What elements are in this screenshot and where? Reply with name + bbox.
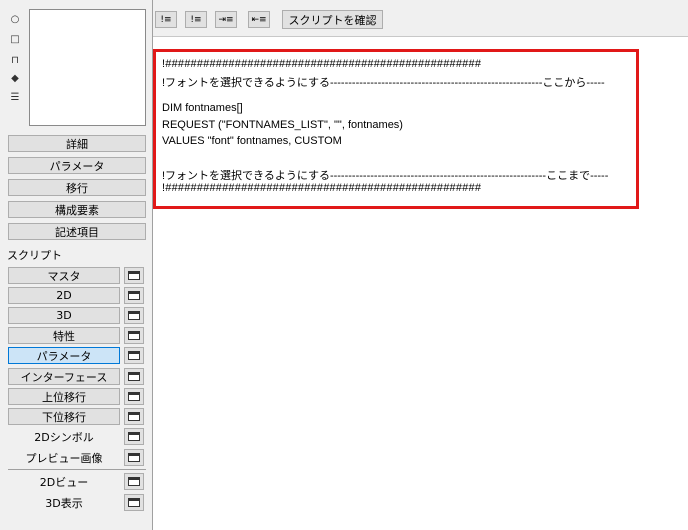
open-window-button[interactable] (124, 327, 144, 344)
window-icon (128, 331, 140, 340)
parameters-button[interactable]: パラメータ (8, 157, 146, 174)
open-window-button[interactable] (124, 287, 144, 304)
scripts-label: スクリプト (7, 249, 62, 262)
open-window-button[interactable] (124, 449, 144, 466)
window-icon (128, 392, 140, 401)
script-properties-button[interactable]: 特性 (8, 327, 120, 344)
code-line: !#######################################… (162, 58, 482, 70)
code-line: !#######################################… (162, 182, 482, 194)
preview-box (29, 9, 146, 126)
2d-symbol-button[interactable]: 2Dシンボル (8, 428, 120, 445)
window-icon (128, 372, 140, 381)
code-line: VALUES "font" fontnames, CUSTOM (162, 135, 342, 147)
open-window-button[interactable] (124, 368, 144, 385)
insert-comment-icon: !≡ (160, 14, 172, 25)
outdent-button[interactable]: ⇤≡ (248, 11, 270, 28)
preview-image-button[interactable]: プレビュー画像 (8, 449, 120, 466)
script-master-button[interactable]: マスタ (8, 267, 120, 284)
components-button[interactable]: 構成要素 (8, 201, 146, 218)
separator (8, 469, 146, 470)
code-line: DIM fontnames[] (162, 102, 243, 114)
insert-comment-button[interactable]: !≡ (155, 11, 177, 28)
code-line: REQUEST ("FONTNAMES_LIST", "", fontnames… (162, 119, 403, 131)
descriptors-button[interactable]: 記述項目 (8, 223, 146, 240)
left-panel: ○ □ ⊓ ◆ ☰ 詳細 パラメータ 移行 構成要素 記述項目 スクリプト マス… (0, 0, 152, 530)
window-icon (128, 498, 140, 507)
indent-button[interactable]: ⇥≡ (215, 11, 237, 28)
open-window-button[interactable] (124, 267, 144, 284)
window-icon (128, 351, 140, 360)
stamp-icon[interactable]: ⊓ (8, 53, 22, 67)
migration-button[interactable]: 移行 (8, 179, 146, 196)
outdent-icon: ⇤≡ (251, 14, 267, 25)
details-button[interactable]: 詳細 (8, 135, 146, 152)
window-icon (128, 412, 140, 421)
script-backward-migration-button[interactable]: 下位移行 (8, 408, 120, 425)
open-window-button[interactable] (124, 408, 144, 425)
remove-comment-icon: !≡ (190, 14, 202, 25)
code-line: !フォントを選択できるようにする------------------------… (162, 77, 605, 89)
3d-view-button[interactable]: 3D表示 (8, 494, 120, 511)
open-window-button[interactable] (124, 494, 144, 511)
indent-icon: ⇥≡ (218, 14, 234, 25)
window-icon (128, 453, 140, 462)
list-icon[interactable]: ☰ (8, 90, 22, 104)
square-icon[interactable]: □ (8, 32, 22, 46)
script-forward-migration-button[interactable]: 上位移行 (8, 388, 120, 405)
open-window-button[interactable] (124, 428, 144, 445)
window-icon (128, 271, 140, 280)
2d-view-button[interactable]: 2Dビュー (8, 473, 120, 490)
open-window-button[interactable] (124, 347, 144, 364)
script-parameters-button[interactable]: パラメータ (8, 347, 120, 364)
remove-comment-button[interactable]: !≡ (185, 11, 207, 28)
window-icon (128, 291, 140, 300)
script-2d-button[interactable]: 2D (8, 287, 120, 304)
window-icon (128, 477, 140, 486)
window-icon (128, 311, 140, 320)
script-3d-button[interactable]: 3D (8, 307, 120, 324)
code-line: !フォントを選択できるようにする------------------------… (162, 170, 609, 182)
open-window-button[interactable] (124, 388, 144, 405)
open-window-button[interactable] (124, 473, 144, 490)
circle-icon[interactable]: ○ (8, 12, 22, 26)
script-interface-button[interactable]: インターフェース (8, 368, 120, 385)
open-window-button[interactable] (124, 307, 144, 324)
window-icon (128, 432, 140, 441)
cube-icon[interactable]: ◆ (8, 71, 22, 85)
check-script-button[interactable]: スクリプトを確認 (282, 10, 383, 29)
